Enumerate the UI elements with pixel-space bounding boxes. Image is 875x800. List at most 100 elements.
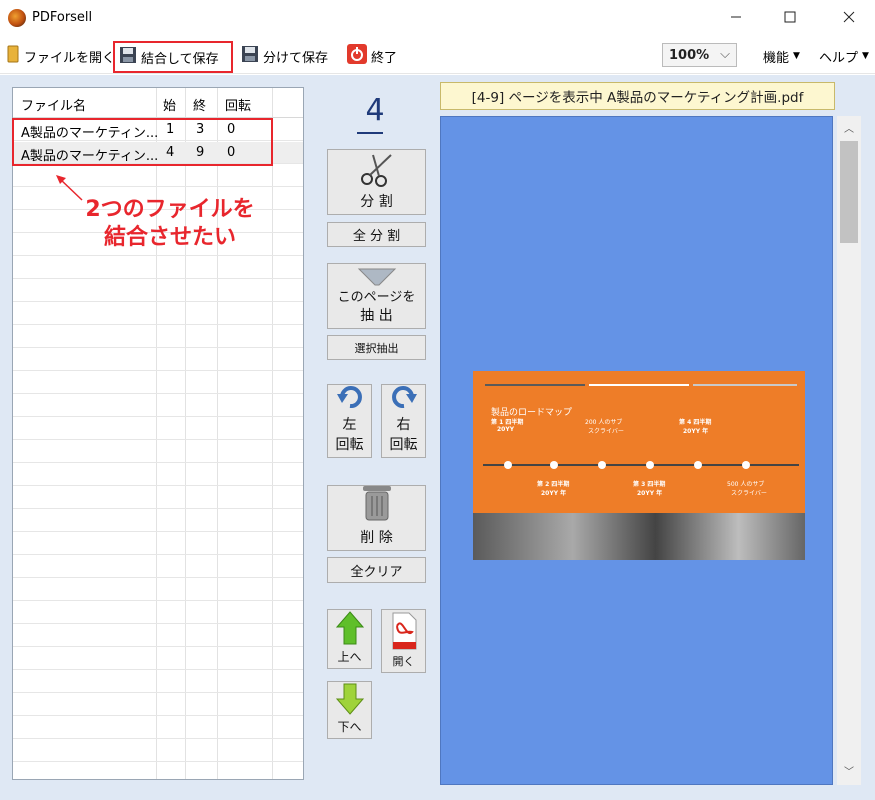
empty-table-row bbox=[13, 280, 303, 302]
select-extract-label: 選択抽出 bbox=[354, 341, 399, 355]
save-disk-icon bbox=[119, 46, 137, 68]
empty-table-row bbox=[13, 395, 303, 417]
slide-low3-head: 500 人のサブ bbox=[727, 481, 765, 488]
empty-table-row bbox=[13, 441, 303, 463]
page-count: 4 bbox=[365, 93, 385, 128]
empty-table-row bbox=[13, 372, 303, 394]
empty-table-row bbox=[13, 418, 303, 440]
empty-table-row bbox=[13, 694, 303, 716]
slide-col2-head: 200 人のサブ bbox=[585, 419, 623, 426]
slide-col1-year: 20YY bbox=[497, 426, 515, 433]
slide-progress-bar bbox=[485, 384, 585, 386]
empty-table-row bbox=[13, 487, 303, 509]
rotate-left-button[interactable]: 左 回転 bbox=[327, 384, 372, 458]
status-label: [4-9] ページを表示中 A製品のマーケティング計画.pdf bbox=[440, 82, 835, 110]
caret-down-icon: ▼ bbox=[862, 51, 869, 61]
title-bar: PDForsell bbox=[0, 0, 875, 36]
slide-progress-bar bbox=[589, 384, 689, 386]
window-title: PDForsell bbox=[32, 10, 93, 25]
delete-label: 削 除 bbox=[360, 530, 393, 546]
folder-open-icon bbox=[6, 44, 20, 68]
zoom-value: 100% bbox=[669, 47, 710, 63]
empty-table-row bbox=[13, 625, 303, 647]
move-up-label: 上へ bbox=[337, 650, 362, 664]
move-down-button[interactable]: 下へ bbox=[327, 681, 372, 739]
features-menu[interactable]: 機能 ▼ bbox=[763, 44, 800, 68]
merge-save-button[interactable]: 結合して保存 bbox=[113, 41, 233, 73]
empty-table-row bbox=[13, 257, 303, 279]
empty-table-row bbox=[13, 602, 303, 624]
timeline-dot bbox=[550, 461, 558, 469]
split-button[interactable]: 分 割 bbox=[327, 149, 426, 215]
header-end[interactable]: 終 bbox=[193, 95, 206, 114]
move-down-label: 下へ bbox=[337, 720, 362, 734]
empty-table-row bbox=[13, 556, 303, 578]
timeline-dot bbox=[504, 461, 512, 469]
extract-label-2: 抽 出 bbox=[360, 308, 393, 324]
close-icon[interactable] bbox=[826, 0, 872, 34]
scissors-icon bbox=[357, 153, 397, 191]
empty-table-row bbox=[13, 717, 303, 739]
table-header: ファイル名 始 終 回転 bbox=[13, 88, 303, 118]
caret-down-icon: ▼ bbox=[793, 51, 800, 61]
timeline-dot bbox=[598, 461, 606, 469]
open-file-button[interactable]: ファイルを開く bbox=[6, 44, 115, 68]
move-up-button[interactable]: 上へ bbox=[327, 609, 372, 669]
scrollbar-thumb[interactable] bbox=[840, 141, 858, 243]
rotate-right-button[interactable]: 右 回転 bbox=[381, 384, 426, 458]
empty-table-row bbox=[13, 579, 303, 601]
slide-progress-bar bbox=[693, 384, 797, 386]
slide-low2-head: 第 3 四半期 bbox=[633, 481, 666, 488]
slide-low2-year: 20YY 年 bbox=[637, 490, 663, 497]
empty-table-row bbox=[13, 740, 303, 762]
help-menu[interactable]: ヘルプ ▼ bbox=[819, 44, 869, 68]
exit-button[interactable]: 終了 bbox=[347, 44, 397, 68]
minimize-icon[interactable] bbox=[713, 0, 759, 34]
zoom-select[interactable]: 100% ⌵ bbox=[662, 43, 737, 67]
maximize-icon[interactable] bbox=[767, 0, 813, 34]
header-rotation[interactable]: 回転 bbox=[225, 95, 251, 114]
empty-table-row bbox=[13, 464, 303, 486]
clear-all-button[interactable]: 全クリア bbox=[327, 557, 426, 583]
delete-button[interactable]: 削 除 bbox=[327, 485, 426, 551]
open-file-label: ファイルを開く bbox=[24, 50, 116, 66]
split-all-label: 全 分 割 bbox=[352, 229, 401, 244]
slide-col2-sub: スクライバー bbox=[588, 428, 624, 435]
rotate-right-label-1: 右 bbox=[396, 417, 411, 433]
empty-table-row bbox=[13, 326, 303, 348]
open-pdf-label: 開く bbox=[392, 655, 415, 668]
save-disk-icon bbox=[241, 45, 259, 67]
empty-table-row bbox=[13, 648, 303, 670]
funnel-icon bbox=[357, 268, 397, 290]
rotate-right-label-2: 回転 bbox=[389, 437, 418, 453]
split-save-button[interactable]: 分けて保存 bbox=[241, 44, 328, 68]
timeline-dot bbox=[694, 461, 702, 469]
scroll-up-icon[interactable]: ︿ bbox=[844, 120, 854, 135]
slide-timeline bbox=[483, 464, 799, 466]
extract-page-button[interactable]: このページを 抽 出 bbox=[327, 263, 426, 329]
trash-icon bbox=[360, 483, 394, 527]
header-filename[interactable]: ファイル名 bbox=[21, 95, 86, 114]
empty-table-row bbox=[13, 349, 303, 371]
slide-low1-year: 20YY 年 bbox=[541, 490, 567, 497]
arrow-up-icon bbox=[335, 611, 364, 648]
rotate-right-icon bbox=[390, 384, 418, 412]
scroll-down-icon[interactable]: ﹀ bbox=[844, 763, 854, 778]
merge-save-label: 結合して保存 bbox=[141, 51, 219, 67]
slide-low1-head: 第 2 四半期 bbox=[537, 481, 570, 488]
empty-table-row bbox=[13, 533, 303, 555]
slide-thumbnail: 製品のロードマップ 第 1 四半期 20YY 200 人のサブ スクライバー 第… bbox=[473, 371, 805, 560]
slide-low3-sub: スクライバー bbox=[731, 490, 767, 497]
toolbar: ファイルを開く 結合して保存 分けて保存 終了 機能 ▼ ヘルプ ▼ bbox=[0, 38, 875, 74]
split-label: 分 割 bbox=[360, 194, 393, 210]
split-save-label: 分けて保存 bbox=[263, 50, 329, 66]
pdf-file-icon bbox=[390, 612, 418, 653]
slide-col1-head: 第 1 四半期 bbox=[491, 419, 524, 426]
split-all-button[interactable]: 全 分 割 bbox=[327, 222, 426, 247]
header-start[interactable]: 始 bbox=[163, 95, 176, 114]
empty-table-row bbox=[13, 671, 303, 693]
select-extract-button[interactable]: 選択抽出 bbox=[327, 335, 426, 360]
power-icon bbox=[347, 44, 367, 68]
open-pdf-button[interactable]: 開く bbox=[381, 609, 426, 673]
slide-photo bbox=[473, 513, 805, 560]
